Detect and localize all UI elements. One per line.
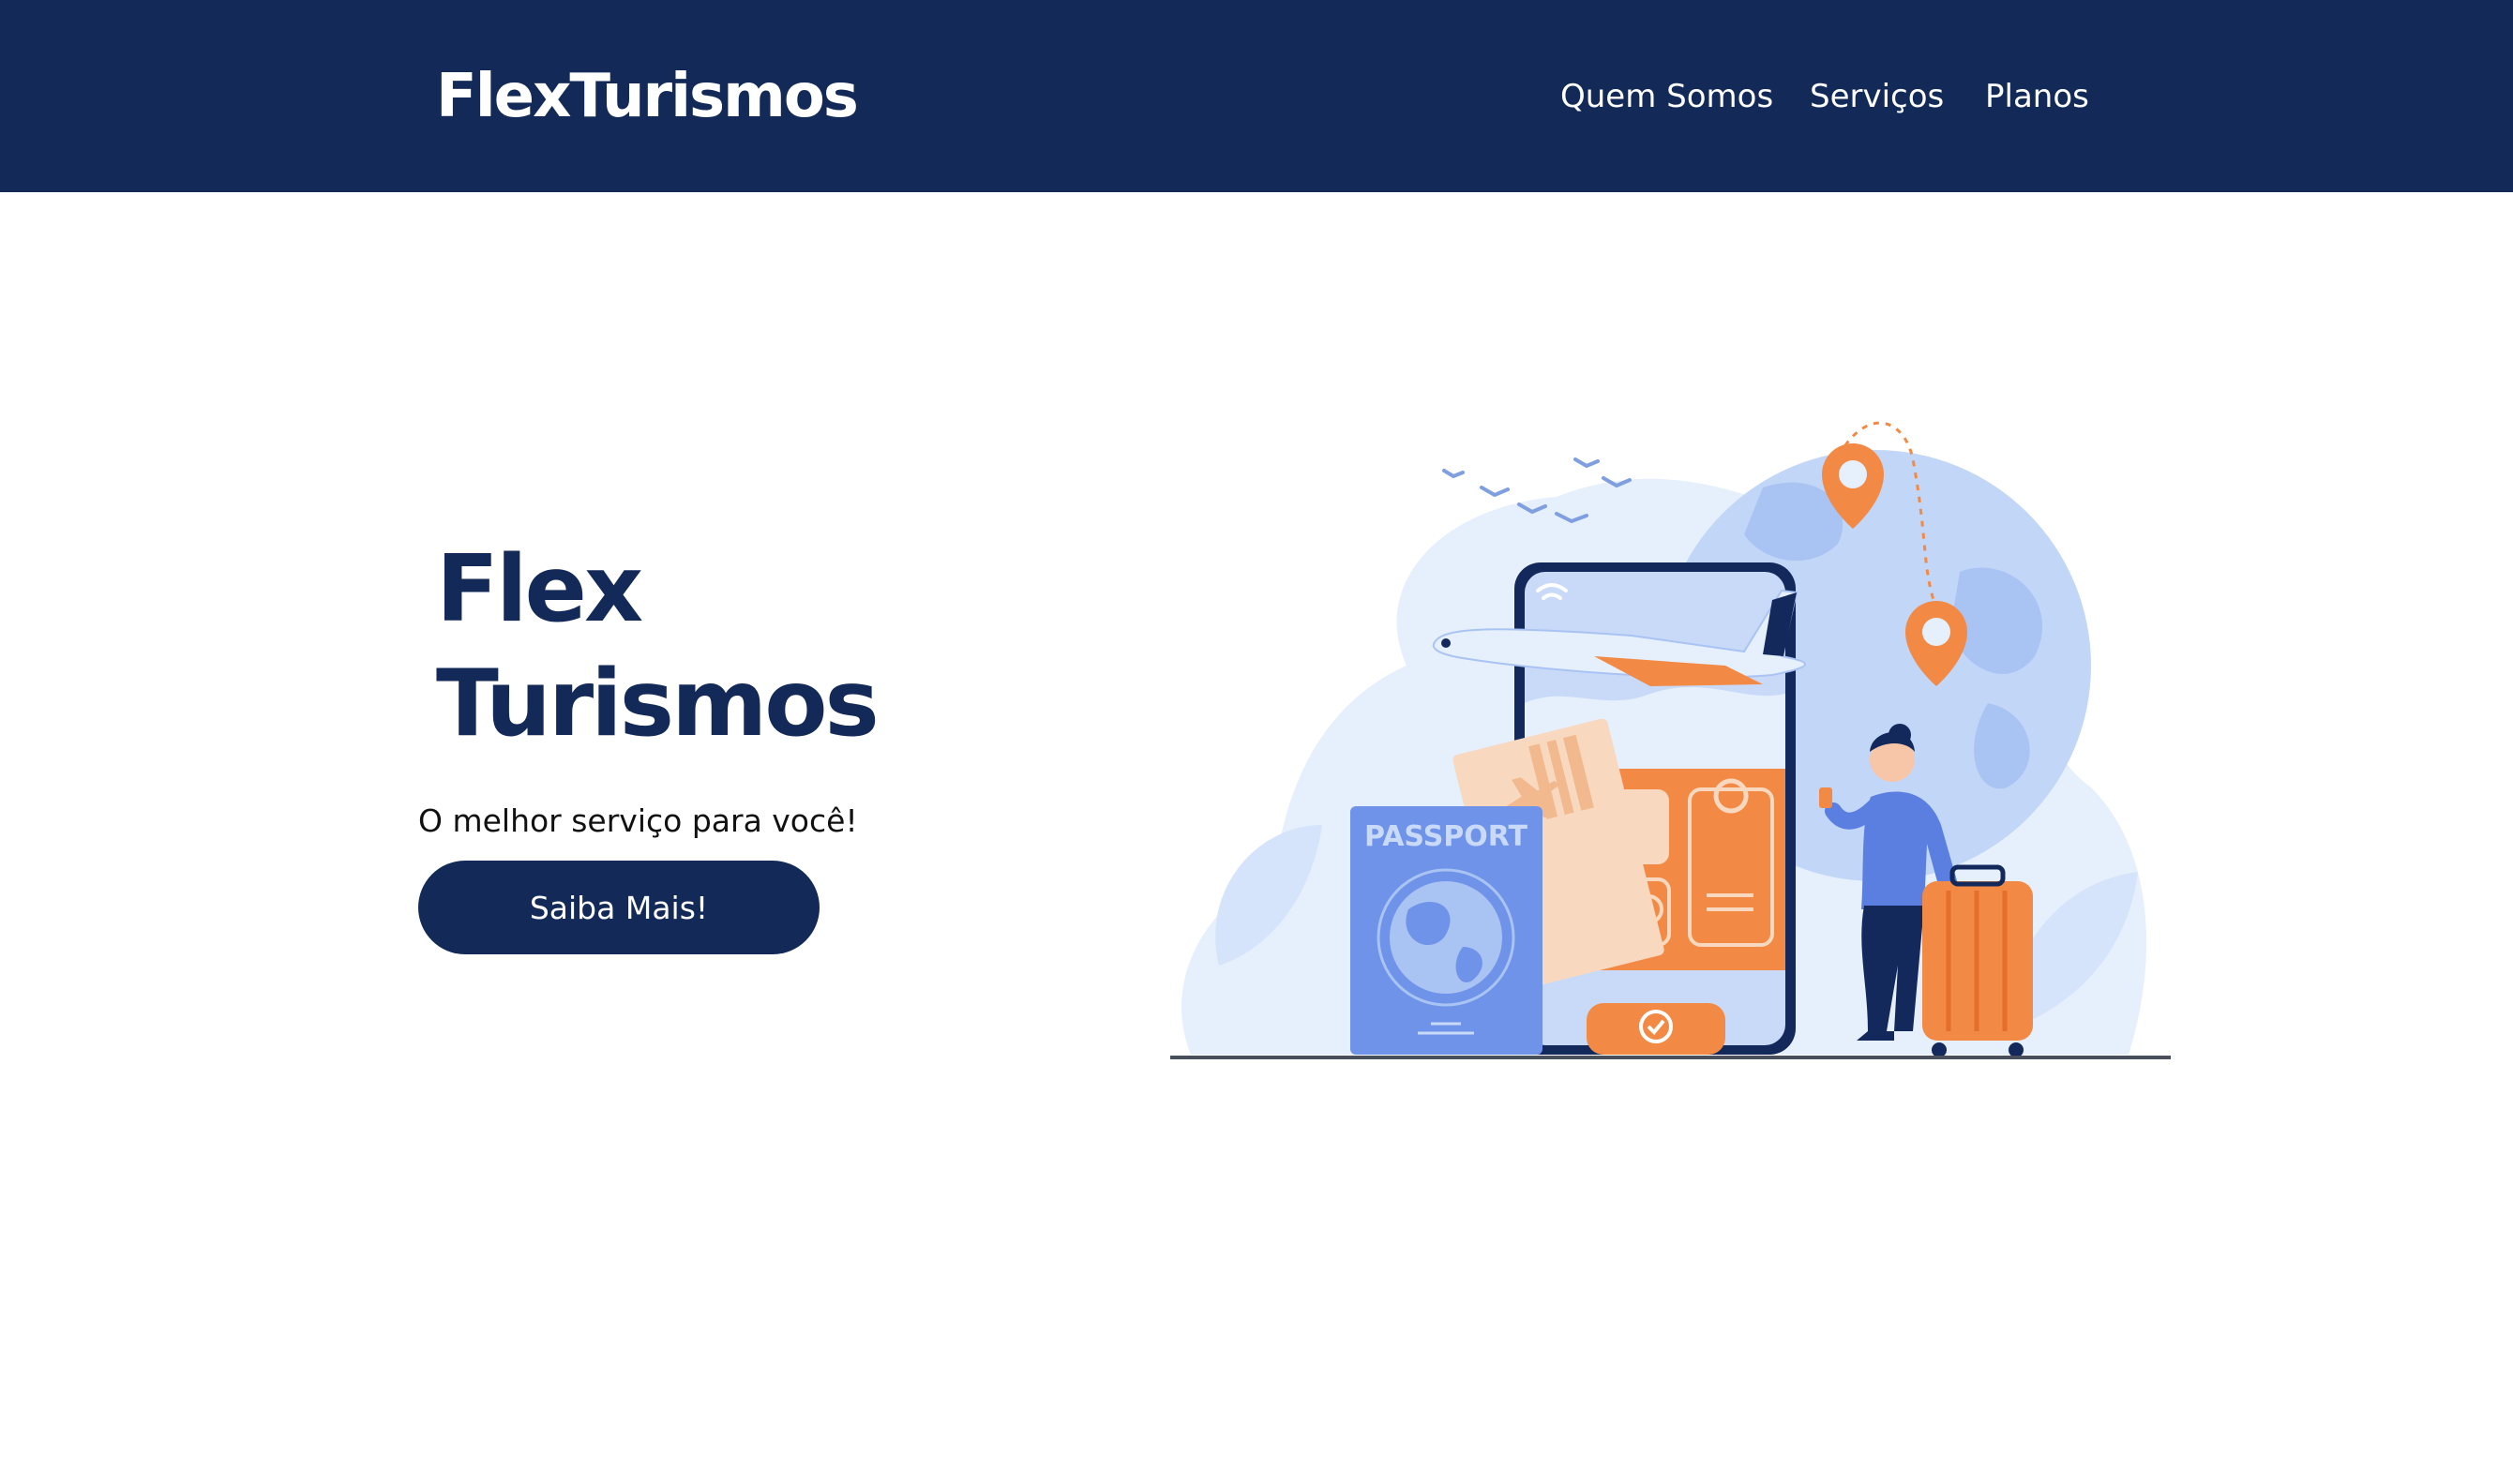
hero-title-line-2: Turismos <box>436 651 880 757</box>
passport-label: PASSPORT <box>1364 820 1528 853</box>
hero-title: Flex Turismos <box>436 532 961 761</box>
saiba-mais-button[interactable]: Saiba Mais! <box>418 861 820 954</box>
passport-illustration: PASSPORT <box>1350 806 1542 1055</box>
suitcase-illustration <box>1922 864 2033 1057</box>
nav-link-quem-somos[interactable]: Quem Somos <box>1560 73 1773 120</box>
hero-title-line-1: Flex <box>436 536 643 643</box>
hero-subtitle: O melhor serviço para você! <box>418 802 858 839</box>
nav-link-servicos[interactable]: Serviços <box>1810 73 1944 120</box>
top-navbar: FlexTurismos Quem Somos Serviços Planos <box>0 0 2513 192</box>
travel-illustration: PASSPORT <box>1170 421 2171 1059</box>
nav-link-planos[interactable]: Planos <box>1985 73 2089 120</box>
brand-logo[interactable]: FlexTurismos <box>436 54 859 139</box>
